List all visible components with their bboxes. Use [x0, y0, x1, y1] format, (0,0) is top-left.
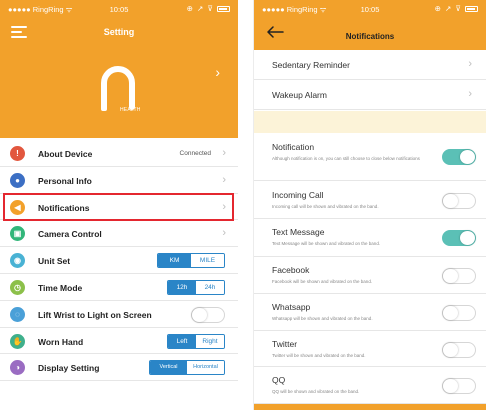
row-label: Worn Hand: [38, 336, 84, 347]
wrist-icon: ◌: [10, 306, 25, 322]
row-description: QQ will be shown and vibrated on the ban…: [272, 389, 360, 394]
settings-header: ●●●●● RingRing ᯤ 10:05 ⊕ ↗ ⊽ Setting HEA…: [0, 0, 238, 138]
row-label: Unit Set: [38, 256, 71, 267]
battery-icon: [217, 6, 230, 13]
row-display-setting: ◑ Display Setting Vertical Horizontal: [0, 354, 238, 382]
row-label: Sedentary Reminder: [272, 60, 350, 70]
page-title: Notifications: [345, 32, 395, 41]
notification-row-whatsapp: Whatsapp Whatsapp will be shown and vibra…: [254, 295, 486, 331]
option-24h[interactable]: 24h: [196, 280, 224, 294]
row-label: Personal Info: [38, 175, 92, 186]
row-label: Wakeup Alarm: [272, 90, 327, 100]
row-label: Lift Wrist to Light on Screen: [38, 309, 152, 320]
notification-toggle[interactable]: [442, 378, 476, 394]
notification-toggle[interactable]: [442, 149, 476, 165]
row-unit-set: ◉ Unit Set KM MILE: [0, 247, 238, 274]
row-lift-wrist: ◌ Lift Wrist to Light on Screen: [0, 301, 238, 328]
row-label: QQ: [272, 375, 286, 385]
row-camera-control[interactable]: ▣ Camera Control ›: [0, 220, 238, 248]
option-horizontal[interactable]: Horizontal: [187, 361, 224, 375]
row-label: Facebook: [272, 265, 310, 275]
section-gap: [254, 111, 486, 133]
notifications-highlight-box: [3, 193, 234, 221]
battery-icon: [465, 6, 478, 13]
chevron-right-icon: ›: [222, 147, 226, 159]
row-description: Facebook will be shown and vibrated on t…: [272, 279, 373, 284]
bottom-accent-strip: [254, 404, 486, 410]
option-mile[interactable]: MILE: [191, 254, 224, 268]
chevron-right-icon: ›: [222, 173, 226, 186]
notification-toggle[interactable]: [442, 268, 476, 284]
notification-row-twitter: Twitter Twitter will be shown and vibrate…: [254, 332, 486, 367]
person-icon: ●: [10, 172, 25, 188]
chevron-right-icon: ›: [222, 227, 226, 240]
notification-row-qq: QQ QQ will be shown and vibrated on the b…: [254, 368, 486, 404]
row-personal-info[interactable]: ● Personal Info ›: [0, 167, 238, 194]
row-description: Whatsapp will be shown and vibrated on t…: [272, 316, 373, 321]
camera-icon: ▣: [10, 226, 25, 242]
connection-status: Connected: [179, 150, 211, 157]
display-segmented-control: Vertical Horizontal: [149, 360, 225, 376]
row-label: Time Mode: [38, 282, 83, 293]
notifications-header: ●●●●● RingRing ᯤ 10:05 ⊕ ↗ ⊽ Notificatio…: [254, 0, 486, 50]
option-left[interactable]: Left: [168, 334, 196, 348]
display-icon: ◑: [10, 360, 25, 376]
chevron-right-icon: ›: [468, 88, 472, 100]
notification-row-incoming-call: Incoming Call Incoming call will be shown…: [254, 183, 486, 219]
row-label: Whatsapp: [272, 302, 311, 312]
unit-icon: ◉: [10, 253, 25, 269]
settings-screen: ●●●●● RingRing ᯤ 10:05 ⊕ ↗ ⊽ Setting HEA…: [0, 0, 238, 410]
option-12h[interactable]: 12h: [168, 280, 196, 294]
notification-row-notification: Notification Although notification is on,…: [254, 135, 486, 181]
row-label: About Device: [38, 149, 93, 159]
settings-list: ! About Device Connected › ● Personal In…: [0, 140, 238, 382]
chevron-right-icon[interactable]: ›: [215, 64, 220, 80]
notification-toggle[interactable]: [442, 342, 476, 358]
clock-icon: ◷: [10, 279, 25, 295]
chevron-right-icon: ›: [468, 58, 472, 70]
status-bar: ●●●●● RingRing ᯤ 10:05 ⊕ ↗ ⊽: [0, 0, 238, 18]
row-worn-hand: ✋ Worn Hand Left Right: [0, 328, 238, 355]
notifications-screen: ●●●●● RingRing ᯤ 10:05 ⊕ ↗ ⊽ Notificatio…: [253, 0, 486, 410]
status-icons: ⊕ ↗ ⊽: [435, 4, 478, 13]
row-sedentary-reminder[interactable]: Sedentary Reminder ›: [254, 50, 486, 80]
row-time-mode: ◷ Time Mode 12h 24h: [0, 274, 238, 301]
row-label: Notification: [272, 142, 315, 152]
time-mode-segmented-control: 12h 24h: [167, 279, 225, 295]
row-description: Twitter will be shown and vibrated on th…: [272, 353, 366, 358]
notification-row-text-message: Text Message Text Message will be shown a…: [254, 220, 486, 257]
notification-row-facebook: Facebook Facebook will be shown and vibra…: [254, 258, 486, 294]
page-title: Setting: [103, 27, 135, 37]
unit-segmented-control: KM MILE: [157, 253, 225, 269]
lift-wrist-toggle[interactable]: [191, 306, 225, 323]
status-bar: ●●●●● RingRing ᯤ 10:05 ⊕ ↗ ⊽: [254, 0, 486, 18]
notification-toggle[interactable]: [442, 305, 476, 321]
worn-hand-segmented-control: Left Right: [167, 333, 225, 349]
row-label: Text Message: [272, 227, 325, 237]
option-right[interactable]: Right: [196, 334, 224, 348]
status-icons: ⊕ ↗ ⊽: [187, 4, 230, 13]
info-icon: !: [10, 146, 25, 161]
row-label: Camera Control: [38, 229, 102, 240]
option-km[interactable]: KM: [158, 254, 191, 268]
row-description: Text Message will be shown and vibrated …: [272, 241, 381, 246]
row-about-device[interactable]: ! About Device Connected ›: [0, 140, 238, 167]
row-description: Incoming call will be shown and vibrated…: [272, 204, 379, 209]
notification-toggle[interactable]: [442, 230, 476, 246]
row-description: Although notification is on, you can sti…: [272, 156, 420, 161]
row-label: Twitter: [272, 339, 298, 349]
row-wakeup-alarm[interactable]: Wakeup Alarm ›: [254, 80, 486, 110]
row-label: Incoming Call: [272, 190, 324, 200]
health-label: HEALTH: [120, 107, 141, 113]
row-label: Display Setting: [38, 363, 100, 374]
hand-icon: ✋: [10, 333, 25, 349]
option-vertical[interactable]: Vertical: [150, 361, 187, 375]
notification-toggle[interactable]: [442, 193, 476, 209]
